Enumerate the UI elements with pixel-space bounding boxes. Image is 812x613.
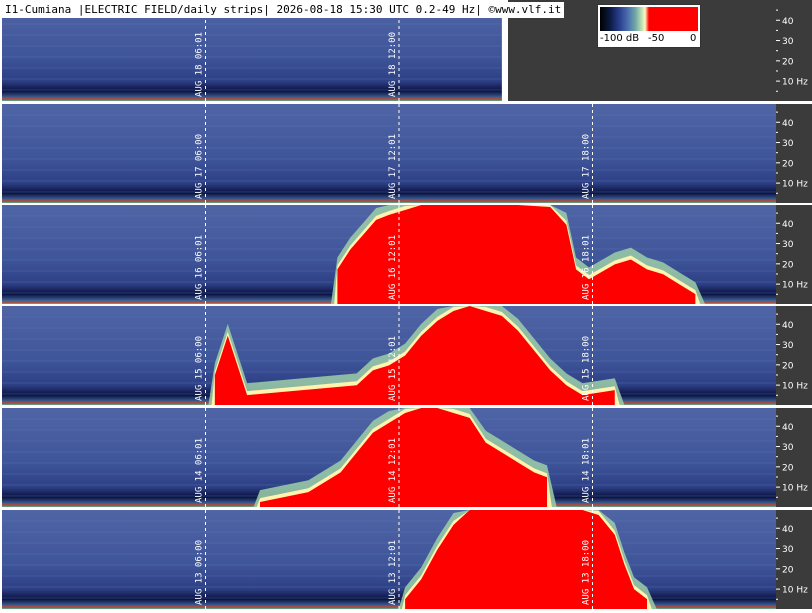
colorbar-gradient xyxy=(600,7,698,31)
freq-tick-label: 10 Hz xyxy=(782,281,808,291)
colorbar-legend: -100 dB -50 0 xyxy=(597,4,701,48)
freq-tick-label: 40 xyxy=(782,17,794,27)
freq-tick-label: 10 Hz xyxy=(782,78,808,88)
time-label: AUG 17 06:00 xyxy=(195,134,205,199)
freq-tick-label: 10 Hz xyxy=(782,382,808,392)
chart-title: I1-Cumiana |ELECTRIC FIELD/daily strips|… xyxy=(2,2,565,18)
colorbar-label-max: 0 xyxy=(690,33,697,44)
colorbar-label-mid: -50 xyxy=(648,33,665,44)
freq-tick-label: 20 xyxy=(782,260,794,270)
baseline-spikes xyxy=(2,606,776,608)
freq-tick-label: 20 xyxy=(782,361,794,371)
freq-tick-label: 30 xyxy=(782,443,794,453)
time-label: AUG 14 06:01 xyxy=(195,438,205,503)
time-label: AUG 18 12:00 xyxy=(388,32,398,97)
time-label: AUG 13 06:00 xyxy=(195,540,205,605)
freq-tick-label: 40 xyxy=(782,525,794,535)
time-label: AUG 13 12:01 xyxy=(388,540,398,605)
freq-tick-label: 10 Hz xyxy=(782,180,808,190)
freq-tick-label: 30 xyxy=(782,545,794,555)
freq-tick-label: 20 xyxy=(782,463,794,473)
strip-aug-17: AUG 17 06:00 AUG 17 12:01 AUG 17 18:00 40 30… xyxy=(2,104,812,203)
time-label: AUG 15 06:00 xyxy=(195,336,205,401)
time-label: AUG 15 12:01 xyxy=(388,336,398,401)
strip-aug-13: AUG 13 06:00 AUG 13 12:01 AUG 13 18:00 40 30… xyxy=(2,510,812,609)
freq-tick-label: 40 xyxy=(782,423,794,433)
strip-aug-15: AUG 15 06:00 AUG 15 12:01 AUG 15 18:00 40 30… xyxy=(2,306,812,405)
freq-tick-label: 30 xyxy=(782,37,794,47)
time-label: AUG 16 06:01 xyxy=(195,235,205,300)
baseline-spikes xyxy=(2,200,776,202)
time-label: AUG 17 12:01 xyxy=(388,134,398,199)
freq-tick-label: 30 xyxy=(782,341,794,351)
freq-tick-label: 40 xyxy=(782,119,794,129)
freq-tick-label: 10 Hz xyxy=(782,586,808,596)
freq-tick-label: 20 xyxy=(782,159,794,169)
time-label: AUG 13 18:00 xyxy=(582,540,592,605)
time-label: AUG 16 18:01 xyxy=(582,235,592,300)
colorbar-label-min: -100 dB xyxy=(600,33,640,44)
time-label: AUG 15 18:00 xyxy=(582,336,592,401)
baseline-spikes xyxy=(2,98,502,100)
freq-tick-label: 20 xyxy=(782,57,794,67)
spectrogram-canvas: AUG 18 06:01 AUG 18 12:0040302010 HzAUG 1… xyxy=(0,0,812,613)
strip-aug-16: AUG 16 06:01 AUG 16 12:01 AUG 16 18:01 40 30… xyxy=(2,205,812,304)
freq-tick-label: 30 xyxy=(782,240,794,250)
freq-tick-label: 40 xyxy=(782,220,794,230)
strip-aug-14: AUG 14 06:01 AUG 14 12:01 AUG 14 18:01 40 30… xyxy=(2,408,812,507)
time-label: AUG 16 12:01 xyxy=(388,235,398,300)
freq-tick-label: 20 xyxy=(782,565,794,575)
freq-tick-label: 10 Hz xyxy=(782,484,808,494)
time-label: AUG 18 06:01 xyxy=(195,32,205,97)
freq-tick-label: 30 xyxy=(782,139,794,149)
time-label: AUG 14 12:01 xyxy=(388,438,398,503)
time-label: AUG 14 18:01 xyxy=(582,438,592,503)
freq-tick-label: 40 xyxy=(782,321,794,331)
time-label: AUG 17 18:00 xyxy=(582,134,592,199)
strips-layer: AUG 18 06:01 AUG 18 12:0040302010 HzAUG 1… xyxy=(0,0,812,613)
